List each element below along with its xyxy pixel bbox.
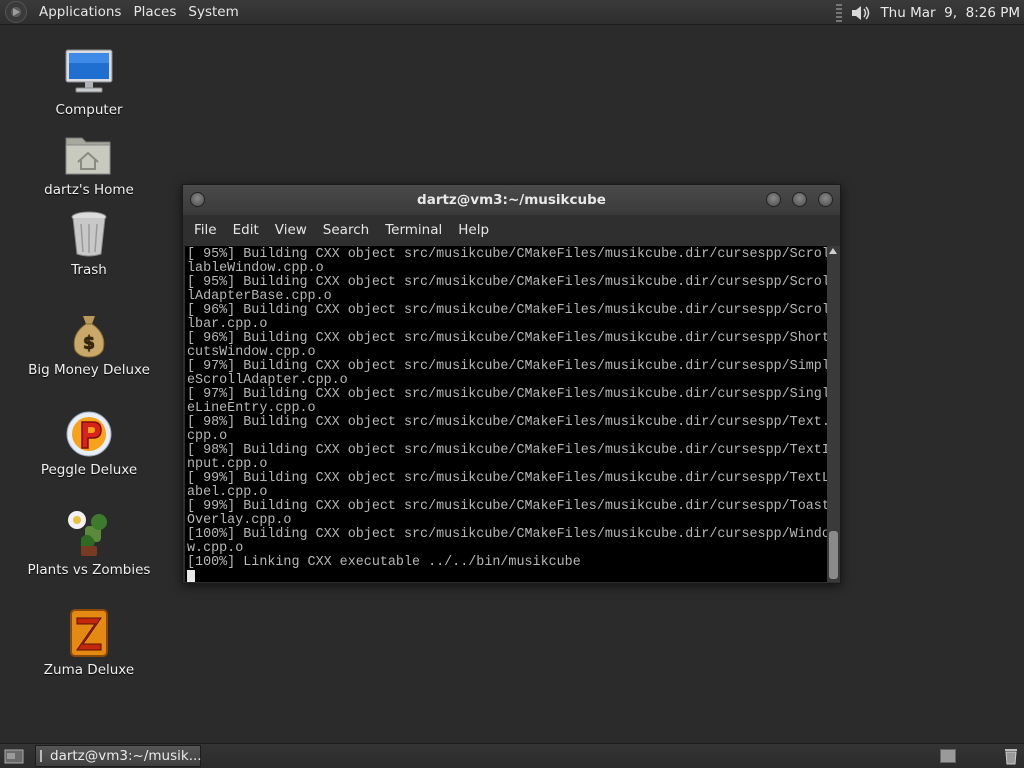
- menu-help[interactable]: Help: [451, 222, 495, 238]
- money-bag-icon: $: [63, 306, 115, 358]
- terminal-line: cpp.o: [187, 429, 228, 444]
- window-titlebar[interactable]: dartz@vm3:~/musikcube: [183, 185, 840, 215]
- terminal-line: [ 97%] Building CXX object src/musikcube…: [187, 359, 827, 374]
- maximize-button[interactable]: [792, 192, 807, 207]
- peggle-icon: [63, 406, 115, 458]
- desktop-icon-plants-vs-zombies[interactable]: Plants vs Zombies: [24, 506, 154, 578]
- terminal-cursor-line: [187, 570, 827, 582]
- terminal-line: nput.cpp.o: [187, 457, 268, 472]
- menu-terminal[interactable]: Terminal: [378, 222, 448, 238]
- desktop-icon-trash[interactable]: Trash: [24, 206, 154, 278]
- terminal-line: [ 96%] Building CXX object src/musikcube…: [187, 331, 827, 346]
- taskbar-terminal-button[interactable]: dartz@vm3:~/musik...: [35, 745, 202, 767]
- applications-menu[interactable]: Applications: [33, 4, 127, 20]
- computer-icon: [63, 46, 115, 98]
- workspace-switcher[interactable]: [940, 749, 956, 763]
- scroll-up-arrow-icon[interactable]: [829, 248, 837, 254]
- system-menu[interactable]: System: [182, 4, 244, 20]
- text-cursor: [187, 570, 195, 582]
- minimize-button[interactable]: [766, 192, 781, 207]
- terminal-line: [ 98%] Building CXX object src/musikcube…: [187, 415, 827, 430]
- window-title: dartz@vm3:~/musikcube: [417, 192, 606, 208]
- terminal-line: lableWindow.cpp.o: [187, 261, 324, 276]
- terminal-line: [ 95%] Building CXX object src/musikcube…: [187, 275, 827, 290]
- terminal-line: [ 99%] Building CXX object src/musikcube…: [187, 499, 827, 514]
- terminal-line: lAdapterBase.cpp.o: [187, 289, 332, 304]
- svg-text:$: $: [83, 332, 96, 353]
- bottom-panel: dartz@vm3:~/musik...: [0, 743, 1024, 768]
- menu-search[interactable]: Search: [316, 222, 375, 238]
- close-button[interactable]: [818, 192, 833, 207]
- menu-file[interactable]: File: [187, 222, 223, 238]
- menu-edit[interactable]: Edit: [226, 222, 265, 238]
- plants-icon: [63, 506, 115, 558]
- terminal-line: [ 96%] Building CXX object src/musikcube…: [187, 303, 827, 318]
- terminal-window[interactable]: dartz@vm3:~/musikcube File Edit View Sea…: [182, 184, 841, 584]
- desktop-icon-label: Computer: [55, 102, 123, 118]
- home-folder-icon: [63, 126, 115, 178]
- terminal-line: lbar.cpp.o: [187, 317, 268, 332]
- desktop-icon-label: Zuma Deluxe: [43, 662, 135, 678]
- zuma-icon: [63, 606, 115, 658]
- desktop-icon-label: Plants vs Zombies: [27, 562, 151, 578]
- terminal-line: [ 98%] Building CXX object src/musikcube…: [187, 443, 827, 458]
- desktop-icon-peggle[interactable]: Peggle Deluxe: [24, 406, 154, 478]
- desktop-icon-home[interactable]: dartz's Home: [24, 126, 154, 198]
- panel-drag-handle[interactable]: [836, 3, 843, 22]
- terminal-line: w.cpp.o: [187, 541, 244, 556]
- terminal-icon: [40, 750, 42, 762]
- distro-logo-icon[interactable]: [5, 1, 27, 23]
- terminal-output[interactable]: [ 95%] Building CXX object src/musikcube…: [185, 246, 827, 582]
- desktop-icon-label: Big Money Deluxe: [28, 362, 150, 378]
- trash-icon: [63, 206, 115, 258]
- scrollbar-thumb[interactable]: [829, 531, 838, 579]
- terminal-line: abel.cpp.o: [187, 485, 268, 500]
- trash-applet-icon[interactable]: [1003, 747, 1019, 765]
- terminal-scrollbar[interactable]: [827, 246, 840, 582]
- terminal-line: [100%] Building CXX object src/musikcube…: [187, 527, 827, 542]
- show-desktop-icon[interactable]: [3, 746, 25, 766]
- terminal-line: [ 97%] Building CXX object src/musikcube…: [187, 387, 827, 402]
- terminal-line: eLineEntry.cpp.o: [187, 401, 316, 416]
- terminal-menubar: File Edit View Search Terminal Help: [183, 215, 840, 245]
- terminal-line: cutsWindow.cpp.o: [187, 345, 316, 360]
- clock[interactable]: Thu Mar 9, 8:26 PM: [880, 5, 1020, 21]
- terminal-line: Overlay.cpp.o: [187, 513, 292, 528]
- terminal-line: [ 99%] Building CXX object src/musikcube…: [187, 471, 827, 486]
- desktop-icon-label: dartz's Home: [44, 182, 134, 198]
- top-panel: Applications Places System Thu Mar 9, 8:…: [0, 0, 1024, 25]
- taskbar-button-label: dartz@vm3:~/musik...: [50, 748, 202, 764]
- window-menu-icon[interactable]: [190, 192, 205, 207]
- terminal-line: eScrollAdapter.cpp.o: [187, 373, 348, 388]
- desktop-icon-computer[interactable]: Computer: [24, 46, 154, 118]
- desktop-icon-label: Peggle Deluxe: [40, 462, 138, 478]
- terminal-line: [ 95%] Building CXX object src/musikcube…: [187, 247, 827, 262]
- volume-icon[interactable]: [850, 3, 872, 23]
- desktop-icon-label: Trash: [71, 262, 107, 278]
- places-menu[interactable]: Places: [127, 4, 182, 20]
- terminal-line: [100%] Linking CXX executable ../../bin/…: [187, 555, 581, 570]
- desktop-icon-zuma[interactable]: Zuma Deluxe: [24, 606, 154, 678]
- desktop-icon-big-money[interactable]: $ Big Money Deluxe: [24, 306, 154, 378]
- menu-view[interactable]: View: [268, 222, 313, 238]
